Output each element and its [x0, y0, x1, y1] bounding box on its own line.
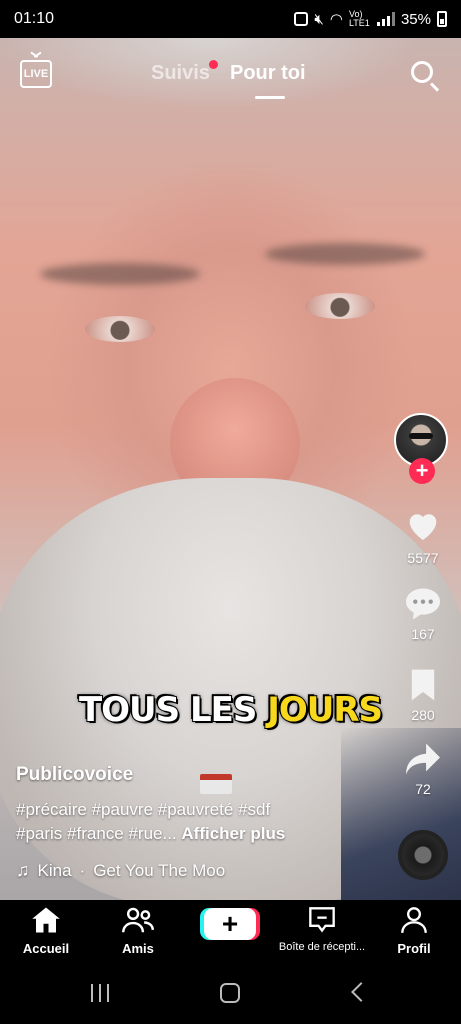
caption-text-yellow: JOURS — [266, 689, 384, 731]
description-line-2: #paris #france #rue... — [16, 824, 177, 843]
profile-icon — [401, 907, 427, 933]
live-label: LIVE — [23, 68, 49, 80]
follow-button[interactable]: + — [409, 458, 435, 484]
nav-home[interactable]: Accueil — [0, 906, 92, 956]
video-brow-right — [265, 243, 425, 265]
share-count: 72 — [415, 781, 431, 797]
like-action[interactable]: 5577 — [393, 505, 453, 566]
comment-count: 167 — [411, 626, 435, 642]
friends-icon — [122, 907, 154, 933]
recent-apps-icon[interactable] — [91, 984, 111, 1002]
like-count: 5577 — [407, 550, 439, 566]
live-icon[interactable]: LIVE — [20, 60, 52, 88]
tab-following[interactable]: Suivis — [151, 62, 210, 85]
mute-icon: 🔇︎ — [314, 10, 324, 28]
share-action[interactable]: 72 — [393, 742, 453, 797]
nav-friends[interactable]: Amis — [92, 906, 184, 956]
search-icon[interactable] — [411, 61, 433, 83]
nav-home-label: Accueil — [22, 941, 70, 956]
video-caption: TOUS LES JOURS — [0, 689, 461, 731]
tab-for-you[interactable]: Pour toi — [230, 62, 306, 85]
show-more-link[interactable]: Afficher plus — [181, 824, 285, 843]
calendar-icon — [200, 774, 232, 794]
music-title: Get You The Moo — [93, 860, 226, 880]
network-label: Vo) LTE1 — [348, 9, 370, 28]
status-icons: 🔇︎ ◠ Vo) LTE1 35% — [294, 10, 447, 28]
system-nav-bar — [0, 962, 461, 1024]
comment-icon[interactable] — [404, 587, 442, 621]
battery-icon — [437, 11, 447, 27]
app-notification-icon — [294, 12, 309, 26]
nav-profile-label: Profil — [397, 941, 431, 956]
top-nav: LIVE Suivis Pour toi — [0, 52, 461, 102]
inbox-icon — [309, 907, 335, 933]
music-artist: Kina — [37, 860, 72, 880]
nav-inbox[interactable]: Boîte de récepti... — [276, 906, 368, 953]
home-icon — [32, 907, 60, 933]
signal-icon — [376, 12, 395, 26]
nav-profile[interactable]: Profil — [368, 906, 460, 956]
wifi-icon: ◠ — [329, 11, 343, 28]
caption-text-white: TOUS LES — [78, 689, 268, 731]
nav-friends-label: Amis — [122, 941, 154, 956]
description-line-1: #précaire #pauvre #pauvreté #sdf — [16, 800, 271, 819]
video-eye-left — [85, 316, 155, 342]
heart-icon[interactable] — [403, 505, 443, 545]
creator-username[interactable]: Publicovoice — [16, 764, 133, 786]
system-home-icon[interactable] — [220, 983, 240, 1003]
bottom-nav: Accueil Amis + Boîte de récepti... Profi… — [0, 900, 461, 962]
active-tab-indicator — [255, 96, 285, 99]
status-time: 01:10 — [14, 10, 55, 27]
music-separator: · — [79, 860, 86, 880]
avatar-glasses — [409, 433, 433, 439]
notification-dot — [209, 60, 218, 69]
create-button[interactable]: + — [204, 908, 256, 940]
nav-inbox-label: Boîte de récepti... — [278, 941, 366, 953]
music-note-icon: ♫ — [16, 860, 30, 880]
back-icon[interactable] — [351, 982, 371, 1002]
battery-percent: 35% — [400, 10, 431, 28]
music-disc-icon[interactable] — [398, 830, 448, 880]
video-description[interactable]: #précaire #pauvre #pauvreté #sdf #paris … — [16, 798, 376, 846]
status-bar: 01:10 🔇︎ ◠ Vo) LTE1 35% — [0, 0, 461, 38]
music-row[interactable]: ♫ Kina · Get You The Moo — [16, 860, 225, 881]
share-icon[interactable] — [404, 742, 442, 776]
video-brow-left — [40, 263, 200, 285]
comment-action[interactable]: 167 — [393, 587, 453, 642]
video-eye-right — [305, 293, 375, 319]
